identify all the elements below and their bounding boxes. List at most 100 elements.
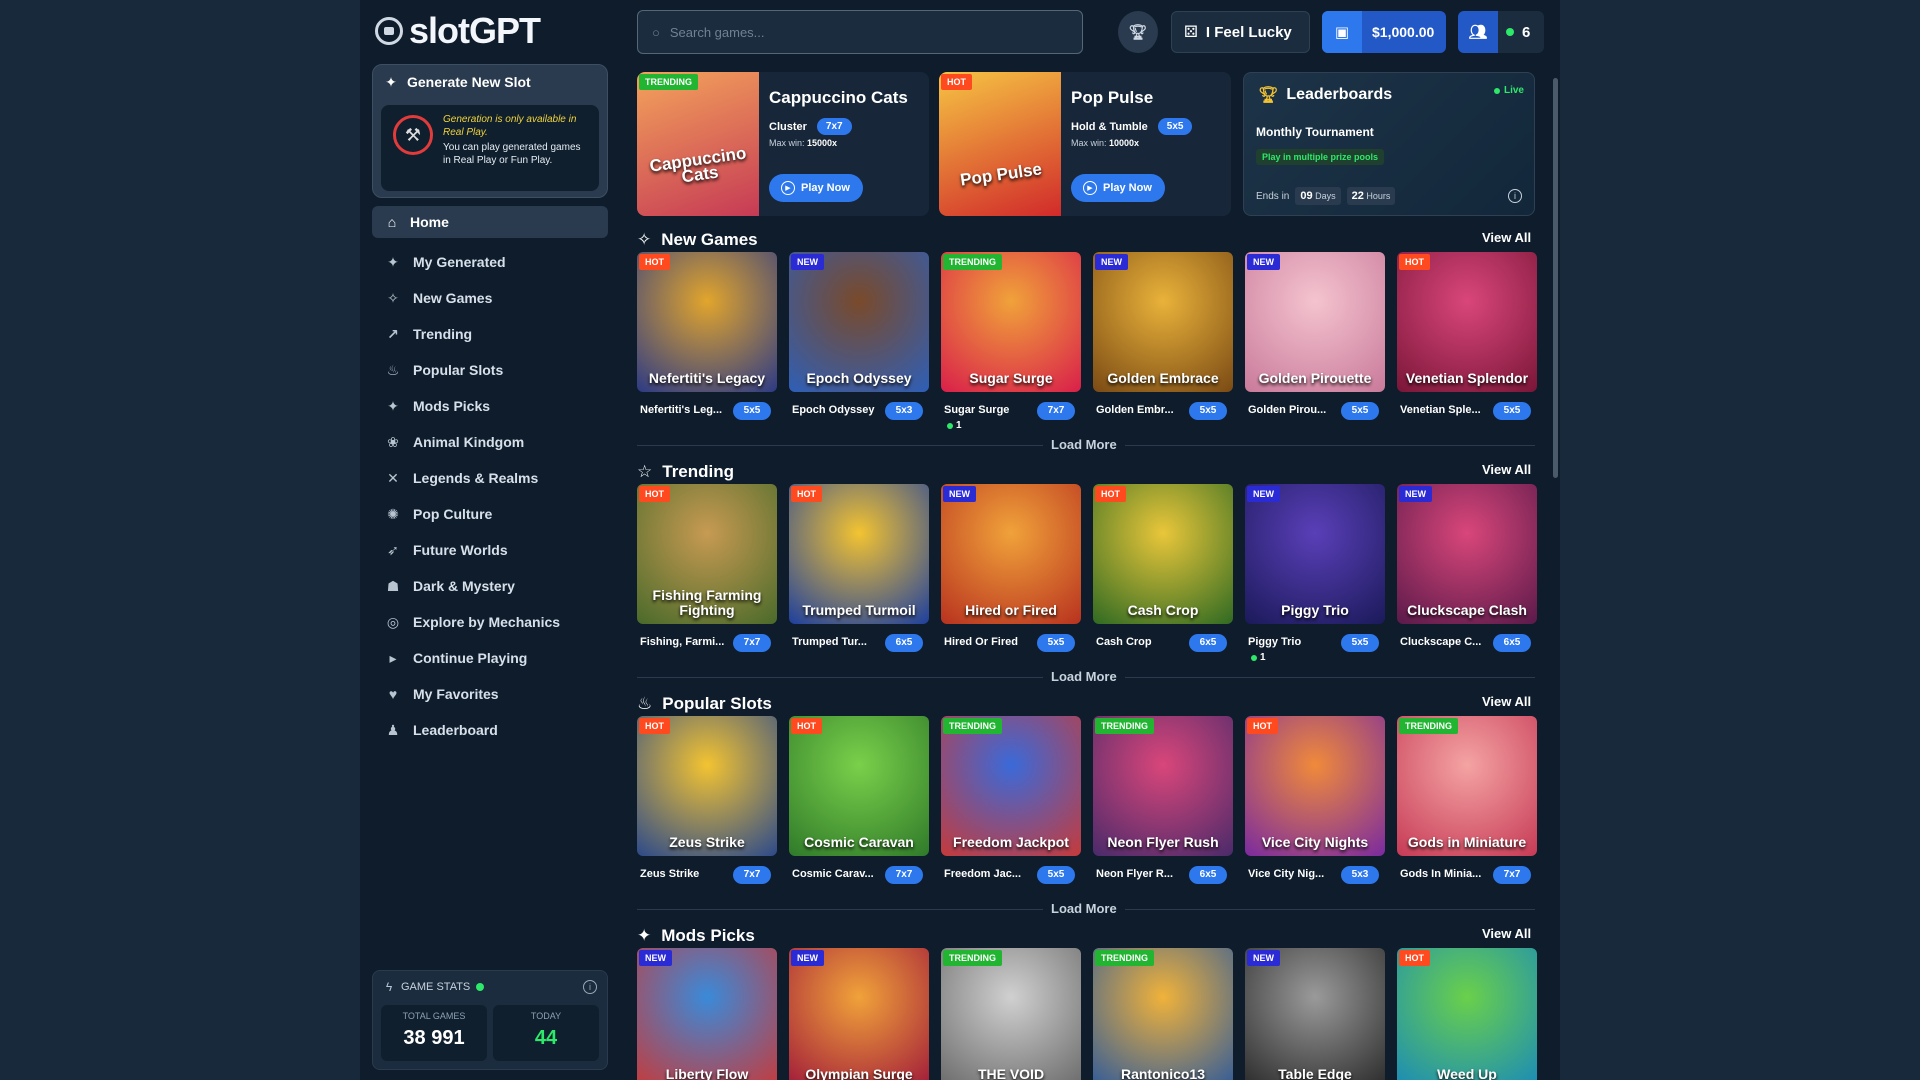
game-card[interactable]: Piggy Trio NEW [1245, 484, 1385, 624]
view-all-link[interactable]: View All [1482, 694, 1531, 709]
sidebar-item-legends-realms[interactable]: ✕ Legends & Realms [372, 460, 608, 496]
game-caption[interactable]: Sugar Surge [944, 404, 1040, 416]
player-count: 1 [947, 420, 962, 431]
game-caption[interactable]: Freedom Jac... [944, 868, 1040, 880]
game-card[interactable]: Cosmic Caravan HOT [789, 716, 929, 856]
game-card[interactable]: Hired or Fired NEW [941, 484, 1081, 624]
game-card[interactable]: Trumped Turmoil HOT [789, 484, 929, 624]
game-card[interactable]: Vice City Nights HOT [1245, 716, 1385, 856]
wallet-button[interactable]: ▣ $1,000.00 [1322, 11, 1446, 53]
live-dot [1493, 87, 1500, 94]
sidebar-item-home[interactable]: ⌂ Home [372, 206, 608, 238]
sidebar-item-continue-playing[interactable]: ▸ Continue Playing [372, 640, 608, 676]
game-card[interactable]: Neon Flyer Rush TRENDING [1093, 716, 1233, 856]
game-card[interactable]: Fishing Farming Fighting HOT [637, 484, 777, 624]
game-caption[interactable]: Piggy Trio [1248, 636, 1344, 648]
scrollbar[interactable] [1553, 78, 1558, 478]
game-caption[interactable]: Cosmic Carav... [792, 868, 888, 880]
game-badge: HOT [1247, 718, 1278, 734]
game-card[interactable]: THE VOID TRENDING [941, 948, 1081, 1080]
game-card[interactable]: Golden Pirouette NEW [1245, 252, 1385, 392]
sidebar-item-future-worlds[interactable]: ➶ Future Worlds [372, 532, 608, 568]
featured-game-art[interactable]: Cappuccino Cats TRENDING [637, 72, 759, 216]
sidebar-item-animal-kindgom[interactable]: ❀ Animal Kindgom [372, 424, 608, 460]
game-caption[interactable]: Zeus Strike [640, 868, 736, 880]
mechanic-label: Hold & Tumble [1071, 120, 1148, 133]
sidebar-item-new-games[interactable]: ✧ New Games [372, 280, 608, 316]
game-caption[interactable]: Golden Pirou... [1248, 404, 1344, 416]
game-caption[interactable]: Hired Or Fired [944, 636, 1040, 648]
game-card[interactable]: Liberty Flow NEW [637, 948, 777, 1080]
game-badge: HOT [639, 486, 670, 502]
game-card[interactable]: Zeus Strike HOT [637, 716, 777, 856]
sidebar-item-explore-by-mechanics[interactable]: ◎ Explore by Mechanics [372, 604, 608, 640]
sidebar-item-dark-mystery[interactable]: ☗ Dark & Mystery [372, 568, 608, 604]
game-card[interactable]: Freedom Jackpot TRENDING [941, 716, 1081, 856]
online-dot [1506, 28, 1514, 36]
tournament-button[interactable]: 🏆︎ [1118, 11, 1158, 53]
logo[interactable]: slotGPT [375, 10, 541, 52]
load-more-button[interactable]: Load More [1043, 669, 1125, 684]
generate-slot-header[interactable]: ✦ Generate New Slot [373, 65, 607, 99]
grid-size-pill: 5x5 [1037, 634, 1075, 652]
online-users-button[interactable]: 👥︎ 6 [1458, 11, 1544, 53]
featured-game-card[interactable]: Pop Pulse HOT Pop Pulse Hold & Tumble 5x5 Max… [939, 72, 1231, 216]
game-art[interactable] [1245, 948, 1385, 1080]
game-caption[interactable]: Cluckscape C... [1400, 636, 1496, 648]
play-now-button[interactable]: ▶ Play Now [769, 174, 863, 202]
game-caption[interactable]: Vice City Nig... [1248, 868, 1344, 880]
info-icon[interactable]: i [583, 980, 597, 994]
ends-label: Ends in [1256, 190, 1290, 202]
game-card[interactable]: Golden Embrace NEW [1093, 252, 1233, 392]
game-card[interactable]: Cash Crop HOT [1093, 484, 1233, 624]
load-more-button[interactable]: Load More [1043, 901, 1125, 916]
view-all-link[interactable]: View All [1482, 462, 1531, 477]
game-card[interactable]: Venetian Splendor HOT [1397, 252, 1537, 392]
game-caption[interactable]: Venetian Sple... [1400, 404, 1496, 416]
view-all-link[interactable]: View All [1482, 230, 1531, 245]
game-art[interactable] [941, 948, 1081, 1080]
sidebar-item-my-favorites[interactable]: ♥ My Favorites [372, 676, 608, 712]
sidebar-item-mods-picks[interactable]: ✦ Mods Picks [372, 388, 608, 424]
game-card[interactable]: Cluckscape Clash NEW [1397, 484, 1537, 624]
game-caption[interactable]: Fishing, Farmi... [640, 636, 736, 648]
play-now-button[interactable]: ▶ Play Now [1071, 174, 1165, 202]
game-art[interactable] [789, 948, 929, 1080]
game-caption[interactable]: Nefertiti's Leg... [640, 404, 736, 416]
game-badge: NEW [1399, 486, 1432, 502]
game-card[interactable]: Nefertiti's Legacy HOT [637, 252, 777, 392]
game-card[interactable]: Epoch Odyssey NEW [789, 252, 929, 392]
game-card[interactable]: Rantonico13 TRENDING [1093, 948, 1233, 1080]
game-caption[interactable]: Neon Flyer R... [1096, 868, 1192, 880]
featured-game-title[interactable]: Cappuccino Cats [769, 88, 908, 108]
game-caption[interactable]: Cash Crop [1096, 636, 1192, 648]
featured-game-title[interactable]: Pop Pulse [1071, 88, 1153, 108]
search-input[interactable]: ○ Search games... [637, 10, 1083, 54]
sidebar-item-pop-culture[interactable]: ✺ Pop Culture [372, 496, 608, 532]
game-caption[interactable]: Golden Embr... [1096, 404, 1192, 416]
game-art[interactable] [1093, 948, 1233, 1080]
game-card[interactable]: Weed Up HOT [1397, 948, 1537, 1080]
feel-lucky-button[interactable]: ⚄ I Feel Lucky [1171, 11, 1310, 53]
sidebar-item-leaderboard[interactable]: ♟ Leaderboard [372, 712, 608, 748]
leaderboards-card[interactable]: 🏆︎ Leaderboards Live Monthly Tournament … [1243, 72, 1535, 216]
game-caption[interactable]: Gods In Minia... [1400, 868, 1496, 880]
sidebar-item-trending[interactable]: ↗ Trending [372, 316, 608, 352]
game-card[interactable]: Table Edge NEW [1245, 948, 1385, 1080]
info-icon[interactable]: i [1508, 189, 1522, 203]
sidebar-item-popular-slots[interactable]: ♨ Popular Slots [372, 352, 608, 388]
game-card[interactable]: Sugar Surge TRENDING [941, 252, 1081, 392]
game-card[interactable]: Gods in Miniature TRENDING [1397, 716, 1537, 856]
game-art[interactable] [637, 948, 777, 1080]
view-all-link[interactable]: View All [1482, 926, 1531, 941]
load-more-button[interactable]: Load More [1043, 437, 1125, 452]
game-caption[interactable]: Trumped Tur... [792, 636, 888, 648]
sidebar-item-my-generated[interactable]: ✦ My Generated [372, 244, 608, 280]
featured-game-card[interactable]: Cappuccino Cats TRENDING Cappuccino Cats Cl… [637, 72, 929, 216]
game-art[interactable] [1397, 948, 1537, 1080]
game-caption[interactable]: Epoch Odyssey [792, 404, 888, 416]
player-count-value: 1 [956, 420, 962, 431]
game-card[interactable]: Olympian Surge NEW [789, 948, 929, 1080]
generate-slot-panel[interactable]: ✦ Generate New Slot ⚒ Generation is only… [372, 64, 608, 198]
featured-game-art[interactable]: Pop Pulse HOT [939, 72, 1061, 216]
